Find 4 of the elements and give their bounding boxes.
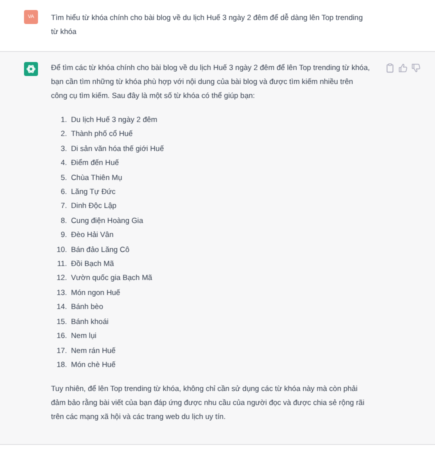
copy-icon[interactable] (385, 63, 395, 73)
assistant-logo-icon (24, 62, 38, 76)
thumbs-up-icon[interactable] (398, 63, 408, 73)
thumbs-down-icon[interactable] (411, 63, 421, 73)
